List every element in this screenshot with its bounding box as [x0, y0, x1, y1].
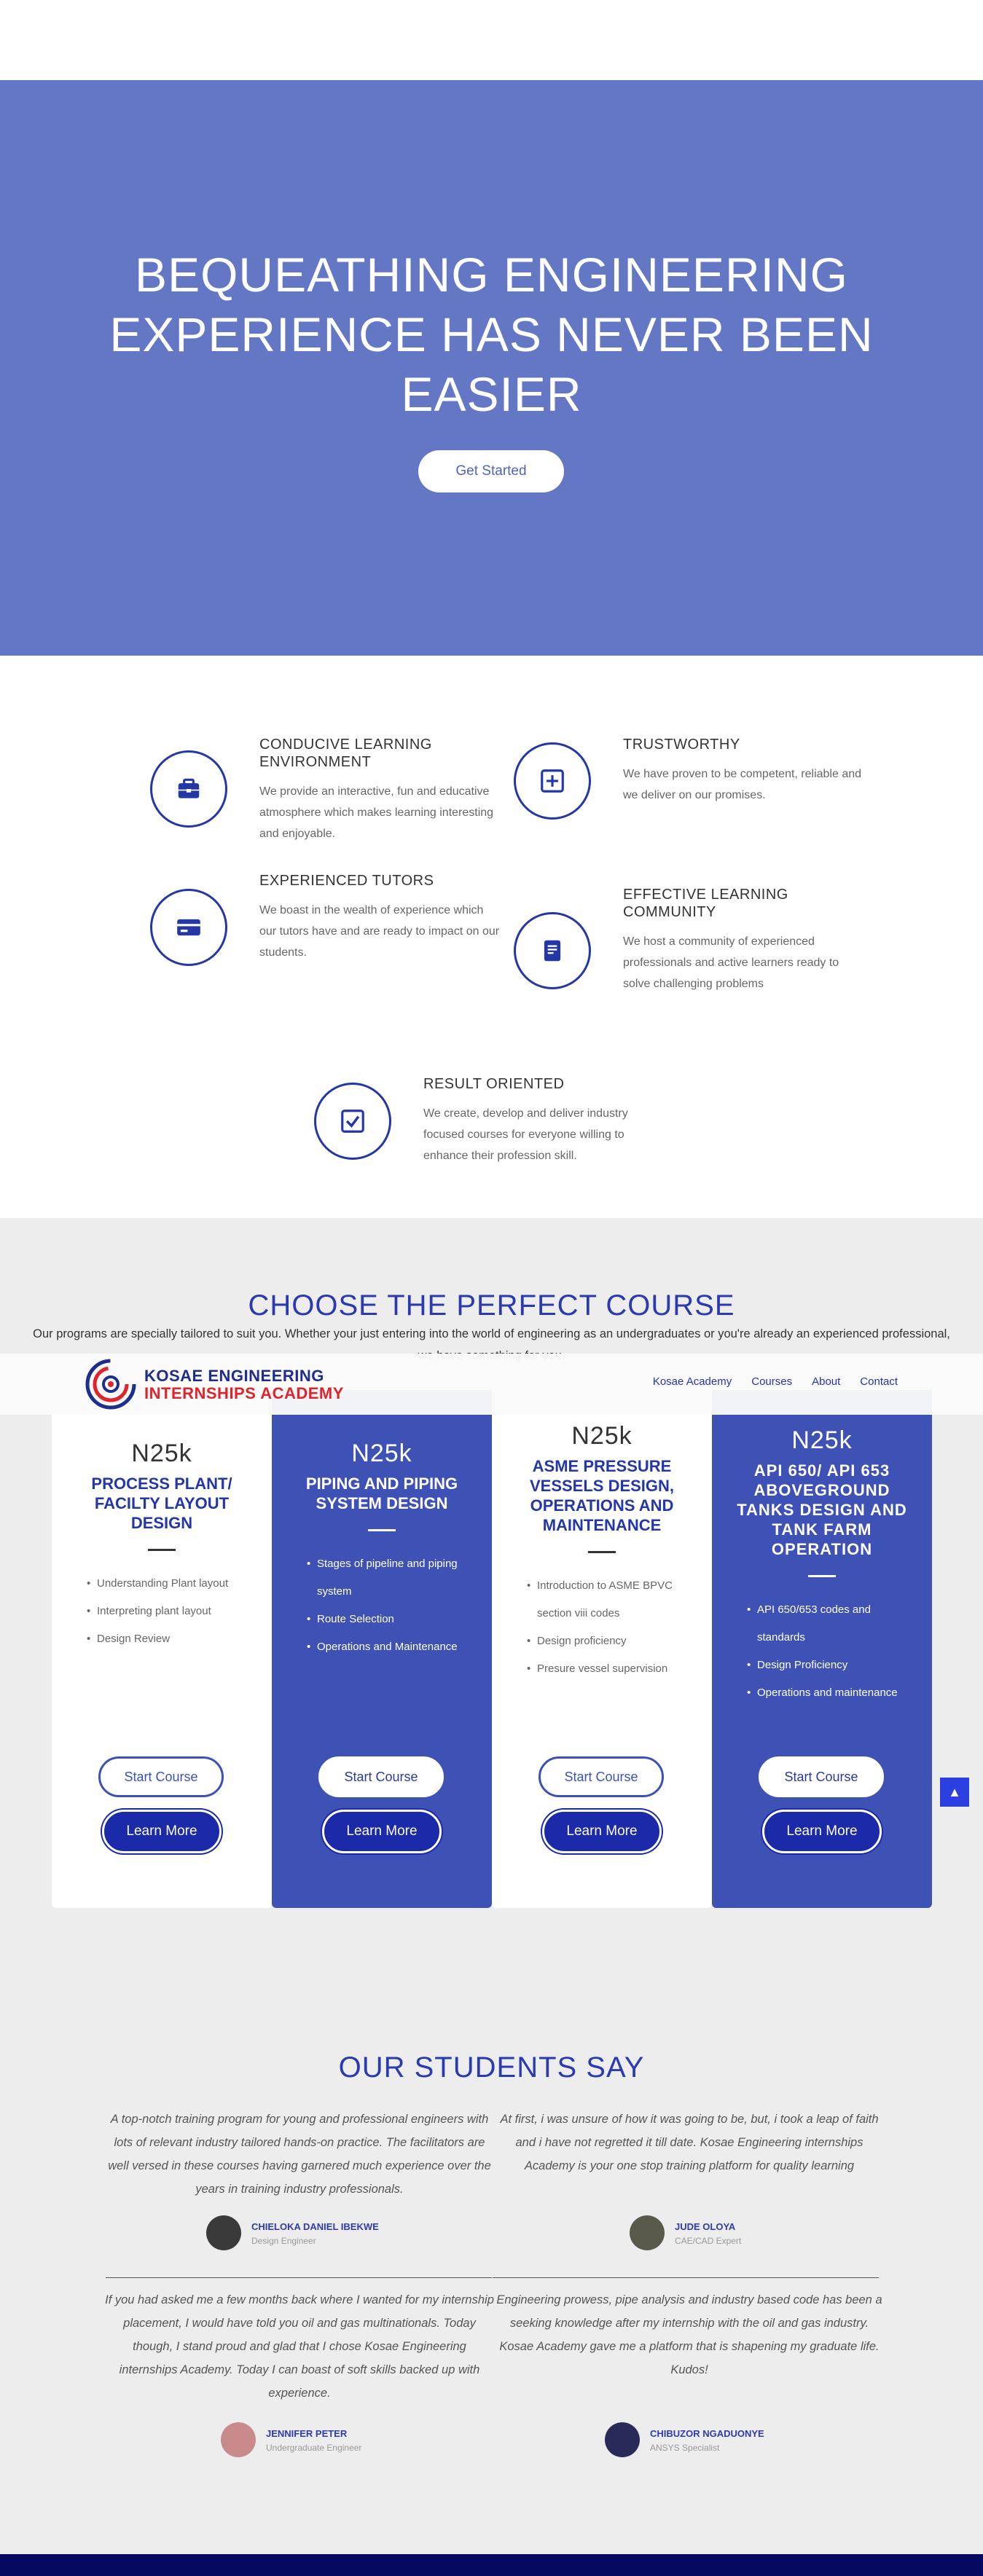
- course-topic: Design proficiency: [527, 1627, 686, 1655]
- briefcase-icon: [150, 750, 227, 828]
- plus-square-icon: [514, 742, 591, 820]
- nav-link-contact[interactable]: Contact: [860, 1375, 898, 1388]
- divider: [148, 1549, 176, 1551]
- course-title: ASME PRESSURE VESSELS DESIGN, OPERATIONS…: [529, 1457, 675, 1534]
- course-price: N25k: [571, 1422, 633, 1450]
- testimonial-author: CHIBUZOR NGADUONYE ANSYS Specialist: [605, 2422, 794, 2460]
- course-topics: Introduction to ASME BPVC section viii c…: [492, 1572, 712, 1683]
- testimonials-title: OUR STUDENTS SAY: [338, 2051, 645, 2084]
- divider: [588, 1551, 616, 1553]
- hero-title: BEQUEATHING ENGINEERING EXPERIENCE HAS N…: [109, 248, 874, 421]
- start-course-button[interactable]: Start Course: [759, 1756, 884, 1797]
- course-price: N25k: [791, 1426, 853, 1454]
- chevron-up-icon: ▲: [948, 1784, 961, 1799]
- feature-title: RESULT ORIENTED: [423, 1076, 565, 1092]
- author-name: JENNIFER PETER: [266, 2428, 348, 2439]
- feature-title: EFFECTIVE LEARNING COMMUNITY: [623, 887, 788, 920]
- avatar: [605, 2422, 640, 2457]
- feature-experienced-tutors: EXPERIENCED TUTORS We boast in the wealt…: [259, 872, 500, 963]
- course-topic: API 650/653 codes and standards: [747, 1596, 906, 1652]
- site-header: KOSAE ENGINEERING INTERNSHIPS ACADEMY Ko…: [0, 1354, 983, 1415]
- get-started-button[interactable]: Get Started: [418, 450, 564, 492]
- course-topics: Understanding Plant layout Interpreting …: [52, 1570, 272, 1653]
- testimonial-author: CHIELOKA DANIEL IBEKWE Design Engineer: [206, 2215, 396, 2253]
- testimonial-quote: Engineering prowess, pipe analysis and i…: [496, 2293, 882, 2376]
- author-name: CHIBUZOR NGADUONYE: [650, 2428, 764, 2439]
- course-topic: Operations and Maintenance: [307, 1633, 466, 1661]
- avatar: [630, 2215, 665, 2250]
- scroll-to-top-button[interactable]: ▲: [940, 1778, 969, 1807]
- feature-trustworthy: TRUSTWORTHY We have proven to be compete…: [623, 736, 863, 806]
- testimonial-quote: A top-notch training program for young a…: [108, 2113, 491, 2196]
- testimonial-quote: If you had asked me a few months back wh…: [105, 2293, 494, 2400]
- course-card-pressure-vessels: N25k ASME PRESSURE VESSELS DESIGN, OPERA…: [492, 1390, 712, 1908]
- card-icon: [150, 889, 227, 966]
- feature-effective-community: EFFECTIVE LEARNING COMMUNITY We host a c…: [623, 886, 863, 994]
- course-title: API 650/ API 653 ABOVEGROUND TANKS DESIG…: [737, 1461, 907, 1558]
- learn-more-button[interactable]: Learn More: [542, 1810, 662, 1853]
- course-card-process-plant: N25k PROCESS PLANT/ FACILTY LAYOUT DESIG…: [52, 1390, 272, 1908]
- logo-text-line2[interactable]: INTERNSHIPS ACADEMY: [144, 1384, 344, 1403]
- nav-link-about[interactable]: About: [812, 1375, 840, 1388]
- course-topic: Interpreting plant layout: [87, 1598, 246, 1625]
- divider: [106, 2277, 492, 2278]
- feature-text: We provide an interactive, fun and educa…: [259, 785, 494, 840]
- author-role: Undergraduate Engineer: [266, 2443, 362, 2453]
- divider: [808, 1575, 836, 1577]
- author-role: ANSYS Specialist: [650, 2443, 720, 2453]
- course-card-piping: N25k PIPING AND PIPING SYSTEM DESIGN Sta…: [272, 1390, 492, 1908]
- author-name: CHIELOKA DANIEL IBEKWE: [251, 2221, 379, 2232]
- feature-text: We have proven to be competent, reliable…: [623, 768, 862, 801]
- feature-title: EXPERIENCED TUTORS: [259, 873, 434, 889]
- author-role: Design Engineer: [251, 2236, 316, 2246]
- learn-more-button[interactable]: Learn More: [322, 1810, 442, 1853]
- testimonial-author: JUDE OLOYA CAE/CAD Expert: [630, 2215, 775, 2253]
- courses-title: CHOOSE THE PERFECT COURSE: [248, 1289, 735, 1322]
- logo-text-line1[interactable]: KOSAE ENGINEERING: [144, 1367, 324, 1386]
- feature-text: We host a community of experienced profe…: [623, 935, 839, 990]
- start-course-button[interactable]: Start Course: [98, 1756, 224, 1797]
- start-course-button[interactable]: Start Course: [539, 1756, 664, 1797]
- course-title: PROCESS PLANT/ FACILTY LAYOUT DESIGN: [91, 1474, 232, 1532]
- learn-more-button[interactable]: Learn More: [102, 1810, 222, 1853]
- course-title: PIPING AND PIPING SYSTEM DESIGN: [305, 1474, 458, 1512]
- feature-title: TRUSTWORTHY: [623, 737, 740, 753]
- author-role: CAE/CAD Expert: [675, 2236, 742, 2246]
- feature-conducive-learning: CONDUCIVE LEARNING ENVIRONMENT We provid…: [259, 736, 500, 844]
- nav-link-courses[interactable]: Courses: [751, 1375, 792, 1388]
- course-topic: Introduction to ASME BPVC section viii c…: [527, 1572, 686, 1627]
- course-card-api-tanks: N25k API 650/ API 653 ABOVEGROUND TANKS …: [712, 1390, 932, 1908]
- testimonial-quote: At first, i was unsure of how it was goi…: [500, 2113, 879, 2172]
- logo-icon[interactable]: [85, 1358, 137, 1410]
- course-topic: Design Review: [87, 1625, 246, 1653]
- footer: [0, 2554, 983, 2576]
- book-icon: [514, 912, 591, 989]
- feature-text: We create, develop and deliver industry …: [423, 1107, 628, 1162]
- checkbox-icon: [314, 1083, 391, 1160]
- feature-text: We boast in the wealth of experience whi…: [259, 904, 500, 959]
- course-topic: Operations and maintenance: [747, 1679, 906, 1707]
- nav-link-kosae-academy[interactable]: Kosae Academy: [653, 1375, 732, 1388]
- feature-result-oriented: RESULT ORIENTED We create, develop and d…: [423, 1075, 671, 1166]
- hero-section: BEQUEATHING ENGINEERING EXPERIENCE HAS N…: [0, 80, 983, 656]
- course-topics: API 650/653 codes and standards Design P…: [712, 1596, 932, 1707]
- learn-more-button[interactable]: Learn More: [762, 1810, 882, 1853]
- author-name: JUDE OLOYA: [675, 2221, 736, 2232]
- divider: [368, 1529, 396, 1531]
- course-topic: Presure vessel supervision: [527, 1655, 686, 1683]
- course-price: N25k: [351, 1440, 412, 1467]
- start-course-button[interactable]: Start Course: [318, 1756, 444, 1797]
- avatar: [206, 2215, 241, 2250]
- avatar: [221, 2422, 256, 2457]
- course-price: N25k: [131, 1440, 192, 1467]
- feature-title: CONDUCIVE LEARNING ENVIRONMENT: [259, 737, 432, 770]
- main-nav: Kosae Academy Courses About Contact: [653, 1375, 898, 1388]
- course-topics: Stages of pipeline and piping system Rou…: [272, 1550, 492, 1661]
- divider: [493, 2277, 879, 2278]
- course-topic: Route Selection: [307, 1606, 466, 1633]
- course-topic: Design Proficiency: [747, 1652, 906, 1679]
- course-topic: Understanding Plant layout: [87, 1570, 246, 1598]
- testimonial-author: JENNIFER PETER Undergraduate Engineer: [221, 2422, 396, 2460]
- course-topic: Stages of pipeline and piping system: [307, 1550, 466, 1606]
